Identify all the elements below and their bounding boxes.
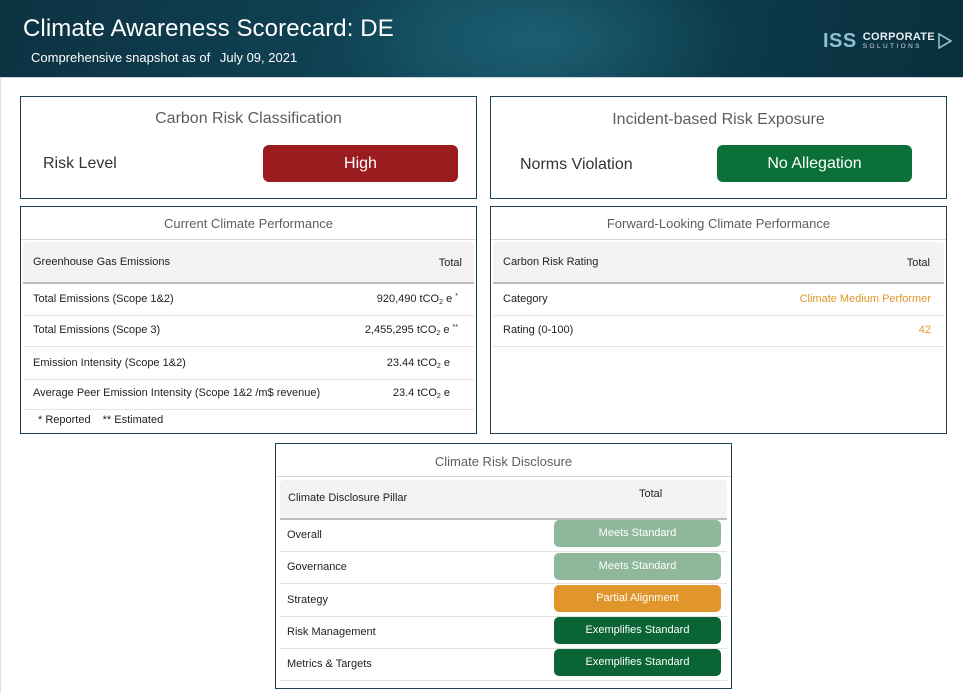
pillar-label: Governance <box>287 561 347 573</box>
table-header: Climate Disclosure Pillar Total <box>280 480 727 520</box>
row-label: Total Emissions (Scope 1&2) <box>33 293 174 305</box>
row-value: 23.4 tCO2 e <box>392 387 450 400</box>
page-title: Climate Awareness Scorecard: DE <box>23 15 394 42</box>
disclosure-title: Climate Risk Disclosure <box>434 454 573 469</box>
page-subtitle: Comprehensive snapshot as of July 09, 20… <box>31 50 297 65</box>
table-row: Total Emissions (Scope 1&2) 920,490 tCO2… <box>23 284 474 316</box>
table-header: Greenhouse Gas Emissions Total <box>23 242 474 284</box>
pillar-label: Strategy <box>287 594 328 606</box>
row-label: Total Emissions (Scope 3) <box>33 324 161 336</box>
incident-risk-panel: Incident-based Risk Exposure Norms Viola… <box>490 96 947 199</box>
table-row: Emission Intensity (Scope 1&2) 23.44 tCO… <box>23 348 474 380</box>
status-badge: Exemplifies Standard <box>554 617 721 644</box>
row-label: Emission Intensity (Scope 1&2) <box>33 357 186 369</box>
logo-arrow-icon <box>938 33 952 49</box>
logo-solutions-text: SOLUTIONS <box>862 42 922 50</box>
table-row: Rating (0-100) 42 <box>493 315 944 347</box>
row-value: Climate Medium Performer <box>799 293 931 305</box>
incident-risk-title: Incident-based Risk Exposure <box>612 111 825 128</box>
row-label: Rating (0-100) <box>503 324 574 336</box>
pillar-label: Metrics & Targets <box>287 658 372 670</box>
norms-violation-badge: No Allegation <box>717 145 912 182</box>
scorecard-header: Climate Awareness Scorecard: DE Comprehe… <box>0 0 963 77</box>
title-divider <box>276 476 731 477</box>
row-value: 42 <box>918 324 931 336</box>
page-left-border <box>0 77 1 693</box>
risk-level-badge: High <box>263 145 458 182</box>
row-value: 2,455,295 tCO2 e ** <box>364 324 458 337</box>
row-value: 920,490 tCO2 e * <box>376 293 458 306</box>
table-row: Category Climate Medium Performer <box>493 284 944 316</box>
footnote: * Reported ** Estimated <box>38 414 172 426</box>
column-header-rating: Carbon Risk Rating <box>503 256 599 268</box>
table-row: Overall Meets Standard <box>280 519 727 552</box>
footnote-reported: * Reported <box>38 414 91 426</box>
column-header-total: Total <box>906 257 930 269</box>
row-label: Average Peer Emission Intensity (Scope 1… <box>33 387 321 399</box>
carbon-risk-title: Carbon Risk Classification <box>155 110 342 127</box>
snapshot-date: July 09, 2021 <box>219 50 298 65</box>
table-row: Risk Management Exemplifies Standard <box>280 616 727 649</box>
carbon-risk-panel: Carbon Risk Classification Risk Level Hi… <box>20 96 477 199</box>
current-performance-panel: Current Climate Performance Greenhouse G… <box>20 206 477 434</box>
table-row: Metrics & Targets Exemplifies Standard <box>280 648 727 681</box>
status-badge: Exemplifies Standard <box>554 649 721 676</box>
logo-wordmark: CORPORATE SOLUTIONS <box>862 30 935 51</box>
current-performance-title: Current Climate Performance <box>163 216 334 231</box>
pillar-label: Risk Management <box>287 626 376 638</box>
disclosure-panel: Climate Risk Disclosure Climate Disclosu… <box>275 443 732 689</box>
header-divider <box>0 77 963 78</box>
logo-corporate-text: CORPORATE <box>862 30 935 43</box>
norms-violation-label: Norms Violation <box>520 156 633 173</box>
title-divider <box>491 239 946 240</box>
status-badge: Partial Alignment <box>554 585 721 612</box>
risk-level-label: Risk Level <box>43 155 117 172</box>
table-row: Strategy Partial Alignment <box>280 584 727 617</box>
table-header: Carbon Risk Rating Total <box>493 242 944 284</box>
pillar-label: Overall <box>287 529 322 541</box>
status-badge: Meets Standard <box>554 553 721 580</box>
column-header-ghg: Greenhouse Gas Emissions <box>33 256 170 268</box>
row-label: Category <box>503 293 548 305</box>
forward-performance-panel: Forward-Looking Climate Performance Carb… <box>490 206 947 434</box>
table-row: Total Emissions (Scope 3) 2,455,295 tCO2… <box>23 315 474 347</box>
table-row: Governance Meets Standard <box>280 551 727 584</box>
row-value: 23.44 tCO2 e <box>386 357 450 370</box>
forward-performance-title: Forward-Looking Climate Performance <box>606 216 831 231</box>
logo-iss-text: ISS <box>823 29 857 52</box>
column-header-pillar: Climate Disclosure Pillar <box>288 492 408 504</box>
status-badge: Meets Standard <box>554 520 721 547</box>
footnote-estimated: ** Estimated <box>102 414 164 426</box>
subtitle-prefix: Comprehensive snapshot as of <box>31 50 211 65</box>
title-divider <box>21 239 476 240</box>
column-header-total: Total <box>639 488 663 500</box>
table-row: Average Peer Emission Intensity (Scope 1… <box>23 378 474 410</box>
column-header-total: Total <box>438 257 462 269</box>
iss-corporate-solutions-logo: ISS CORPORATE SOLUTIONS <box>823 30 952 52</box>
